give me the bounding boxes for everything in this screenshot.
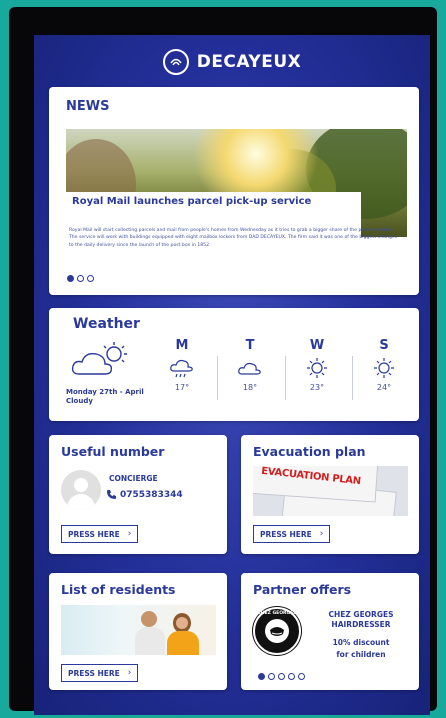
partner-name-line: CHEZ GEORGES — [328, 610, 394, 619]
partner-offers-card[interactable]: Partner offers CHEZ GEORGES CHEZ GEORGES… — [241, 573, 419, 690]
forecast-day: S 24° — [354, 338, 414, 392]
press-label: PRESS HERE — [260, 529, 312, 539]
weather-today: Monday 27th - April Cloudy — [66, 388, 144, 406]
evacuation-press-button[interactable]: PRESS HERE › — [253, 525, 331, 543]
evacuation-image[interactable]: EVACUATION PLAN — [253, 466, 408, 516]
chez-georges-logo: CHEZ GEORGES — [253, 607, 301, 655]
forecast-temp: 17° — [174, 383, 190, 392]
news-pager — [67, 275, 94, 282]
evacuation-plan-card[interactable]: Evacuation plan EVACUATION PLAN PRESS HE… — [241, 435, 419, 554]
cloud-icon — [238, 362, 261, 375]
sun-icon — [307, 358, 327, 378]
phone-number[interactable]: 0755383344 — [120, 490, 183, 500]
forecast-day: M 17° — [152, 338, 212, 392]
brand-name: DECAYEUX — [196, 52, 302, 72]
forecast-day-letter: T — [245, 338, 255, 353]
weather-condition: Cloudy — [66, 396, 93, 405]
app-screen: DECAYEUX NEWS Royal Mail launches parcel… — [34, 35, 430, 715]
device-frame: DECAYEUX NEWS Royal Mail launches parcel… — [9, 7, 437, 715]
pager-dot[interactable] — [268, 673, 275, 680]
weather-card[interactable]: Weather Monday 27th - April Cloudy M 17°… — [49, 308, 419, 421]
forecast-day-letter: M — [175, 338, 189, 353]
phone-row[interactable]: 0755383344 — [106, 489, 183, 500]
forecast-temp: 23° — [309, 383, 325, 392]
pager-dot[interactable] — [298, 673, 305, 680]
rain-cloud-icon — [170, 359, 193, 378]
pager-dot[interactable] — [77, 275, 84, 282]
evacuation-title: Evacuation plan — [253, 444, 366, 459]
barber-face-icon — [270, 627, 284, 636]
press-label: PRESS HERE — [68, 668, 120, 678]
partner-offer-line: for children — [336, 650, 386, 659]
logo-text: CHEZ GEORGES — [257, 611, 297, 616]
weather-title: Weather — [73, 316, 140, 332]
forecast-day: W 23° — [287, 338, 347, 392]
partner-name: CHEZ GEORGES HAIRDRESSER — [311, 610, 411, 630]
chevron-right-icon: › — [127, 529, 132, 539]
forecast-temp: 18° — [242, 383, 258, 392]
partner-offer-line: 10% discount — [332, 638, 390, 647]
phone-icon — [107, 490, 116, 499]
chevron-right-icon: › — [319, 529, 324, 539]
partner-offer: 10% discount for children — [311, 637, 411, 661]
forecast-divider — [285, 356, 286, 400]
residents-photo[interactable] — [61, 605, 216, 655]
forecast-divider — [352, 356, 353, 400]
pager-dot[interactable] — [278, 673, 285, 680]
residents-title: List of residents — [61, 582, 176, 597]
chevron-right-icon: › — [127, 668, 132, 678]
partner-pager — [258, 673, 305, 680]
press-label: PRESS HERE — [68, 529, 120, 539]
pager-dot[interactable] — [87, 275, 94, 282]
sun-icon — [374, 358, 394, 378]
news-headline[interactable]: Royal Mail launches parcel pick-up servi… — [72, 196, 311, 207]
app-header: DECAYEUX — [34, 47, 430, 77]
news-title: NEWS — [66, 99, 110, 114]
useful-number-card[interactable]: Useful number CONCIERGE 0755383344 PRESS… — [49, 435, 227, 554]
decayeux-logo-icon — [162, 49, 189, 75]
residents-press-button[interactable]: PRESS HERE › — [61, 664, 139, 682]
news-card[interactable]: NEWS Royal Mail launches parcel pick-up … — [49, 87, 419, 295]
partner-title: Partner offers — [253, 582, 352, 597]
forecast-day-letter: S — [379, 338, 389, 353]
partly-cloudy-icon — [71, 342, 127, 375]
useful-number-title: Useful number — [61, 444, 165, 459]
news-body: Royal Mail will start collecting parcels… — [69, 228, 398, 248]
pager-dot[interactable] — [67, 275, 74, 282]
pager-dot[interactable] — [258, 673, 265, 680]
forecast-day-letter: W — [309, 338, 325, 353]
concierge-role: CONCIERGE — [109, 474, 158, 483]
useful-press-button[interactable]: PRESS HERE › — [61, 525, 139, 543]
partner-name-line: HAIRDRESSER — [331, 619, 391, 629]
forecast-day: T 18° — [220, 338, 280, 392]
forecast-temp: 24° — [376, 383, 392, 392]
weather-date: Monday 27th - April — [66, 388, 144, 396]
forecast-divider — [217, 356, 218, 400]
pager-dot[interactable] — [288, 673, 295, 680]
avatar — [61, 470, 101, 510]
residents-card[interactable]: List of residents PRESS HERE › — [49, 573, 227, 690]
